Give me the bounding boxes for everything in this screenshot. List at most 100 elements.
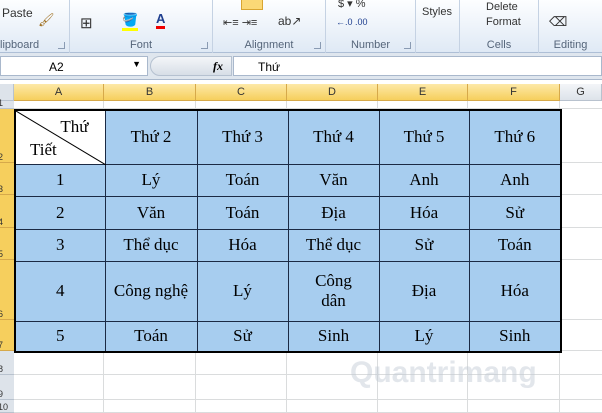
day-header-cell[interactable]: Thứ 3	[196, 109, 289, 165]
row-header-5[interactable]: 5	[0, 228, 14, 260]
row-header-1[interactable]: 1	[0, 98, 14, 109]
fx-icon: fx	[213, 59, 223, 73]
row-number: 1	[0, 98, 4, 108]
row-number: 9	[0, 389, 4, 399]
styles-group: Styles	[416, 0, 460, 53]
period-cell[interactable]: 1	[14, 163, 106, 197]
formula-input[interactable]: Thứ	[233, 56, 602, 76]
number-group: $ ▾ % ←.0 .00 Number	[326, 0, 416, 53]
subject-cell[interactable]: Toán	[104, 320, 198, 353]
subject-cell[interactable]: Thể dục	[104, 228, 198, 262]
subject-cell[interactable]: Văn	[287, 163, 380, 197]
day-header-cell[interactable]: Thứ 6	[468, 109, 562, 165]
alignment-group: ⇤≡ ⇥≡ ab↗ Alignment	[213, 0, 326, 53]
watermark: Quantrimang	[350, 356, 537, 389]
subject-cell[interactable]: Địa	[378, 260, 470, 322]
borders-icon[interactable]: ⊞	[80, 14, 93, 32]
period-cell[interactable]: 2	[14, 195, 106, 230]
day-header-cell[interactable]: Thứ 2	[104, 109, 198, 165]
subject-cell[interactable]: Sinh	[287, 320, 380, 353]
orientation-icon[interactable]: ab↗	[278, 14, 301, 28]
subject-cell[interactable]: Toán	[196, 195, 289, 230]
table-row: 2 Văn Toán Địa Hóa Sử	[14, 195, 562, 230]
subject-cell[interactable]: Lý	[104, 163, 198, 197]
align-center-button[interactable]	[241, 0, 263, 10]
decimal-icons[interactable]: ←.0 .00	[336, 17, 368, 27]
styles-button[interactable]: Styles	[422, 6, 452, 18]
subject-cell[interactable]: Anh	[468, 163, 562, 197]
day-header-cell[interactable]: Thứ 5	[378, 109, 470, 165]
group-label: Number	[350, 39, 391, 51]
paste-button[interactable]: Paste	[2, 6, 33, 20]
row-header-9[interactable]: 9	[0, 375, 14, 400]
table-row: 3 Thể dục Hóa Thể dục Sử Toán	[14, 228, 562, 262]
name-box[interactable]: A2 ▼	[0, 56, 148, 76]
row-header-6[interactable]: 6	[0, 260, 14, 320]
cells-group: Delete Format Cells	[460, 0, 539, 53]
column-header-A[interactable]: A	[14, 84, 104, 101]
row-header-2[interactable]: 2	[0, 109, 14, 163]
format-painter-icon[interactable]: 🖌	[38, 12, 55, 28]
diagonal-header-cell[interactable]: Thứ Tiết	[14, 109, 106, 165]
subject-cell[interactable]: Hóa	[468, 260, 562, 322]
row-header-10[interactable]: 10	[0, 400, 14, 413]
subject-cell[interactable]: Sử	[468, 195, 562, 230]
subject-cell[interactable]: Sinh	[468, 320, 562, 353]
subject-cell[interactable]: Toán	[468, 228, 562, 262]
delete-button[interactable]: Delete	[486, 1, 518, 14]
row-header-7[interactable]: 7	[0, 320, 14, 351]
timetable: Thứ Tiết Thứ 2 Thứ 3 Thứ 4 Thứ 5 Thứ 6 1 Lý To…	[14, 109, 562, 353]
dialog-launcher-icon[interactable]	[314, 42, 321, 49]
subject-cell[interactable]: Thể dục	[287, 228, 380, 262]
subject-cell[interactable]: Lý	[378, 320, 470, 353]
period-cell[interactable]: 3	[14, 228, 106, 262]
corner-top-label: Thứ	[60, 117, 89, 136]
row-number: 2	[0, 152, 4, 162]
dialog-launcher-icon[interactable]	[58, 42, 65, 49]
dialog-launcher-icon[interactable]	[404, 42, 411, 49]
row-header-4[interactable]: 4	[0, 195, 14, 228]
group-label: Cells	[486, 39, 512, 51]
table-row: 5 Toán Sử Sinh Lý Sinh	[14, 320, 562, 353]
subject-cell[interactable]: Công nghệ	[104, 260, 198, 322]
row-header-8[interactable]: 8	[0, 351, 14, 375]
group-label: Alignment	[244, 39, 294, 51]
subject-cell[interactable]: Lý	[196, 260, 289, 322]
row-number: 10	[0, 402, 9, 412]
column-header-G[interactable]: G	[560, 84, 602, 101]
subject-cell[interactable]: Sử	[196, 320, 289, 353]
subject-cell[interactable]: Anh	[378, 163, 470, 197]
column-header-F[interactable]: F	[468, 84, 560, 101]
subject-cell[interactable]: Sử	[378, 228, 470, 262]
subject-cell[interactable]: Địa	[287, 195, 380, 230]
indent-icons[interactable]: ⇤≡ ⇥≡	[223, 16, 257, 29]
subject-cell[interactable]: Toán	[196, 163, 289, 197]
name-box-value: A2	[49, 60, 64, 74]
subject-cell[interactable]: Hóa	[196, 228, 289, 262]
currency-icon[interactable]: $ ▾ %	[338, 0, 366, 10]
table-row: 4 Công nghệ Lý Công dân Địa Hóa	[14, 260, 562, 322]
day-header-cell[interactable]: Thứ 4	[287, 109, 380, 165]
subject-cell[interactable]: Hóa	[378, 195, 470, 230]
subject-cell[interactable]: Công dân	[287, 260, 380, 322]
chevron-down-icon[interactable]: ▼	[132, 59, 141, 69]
column-header-D[interactable]: D	[287, 84, 378, 101]
column-header-C[interactable]: C	[196, 84, 287, 101]
period-cell[interactable]: 5	[14, 320, 106, 353]
row-number: 6	[0, 309, 4, 319]
dialog-launcher-icon[interactable]	[201, 42, 208, 49]
format-button[interactable]: Format	[486, 16, 521, 28]
clear-icon[interactable]: ⌫	[549, 14, 567, 30]
fill-color-icon[interactable]: 🪣	[122, 12, 139, 31]
row-header-3[interactable]: 3	[0, 163, 14, 195]
editing-group: ⌫ Editing	[539, 0, 602, 53]
column-header-E[interactable]: E	[378, 84, 468, 101]
period-cell[interactable]: 4	[14, 260, 106, 322]
row-number: 7	[0, 340, 4, 350]
table-row: 1 Lý Toán Văn Anh Anh	[14, 163, 562, 197]
insert-function-button[interactable]: fx	[150, 56, 232, 76]
column-header-B[interactable]: B	[104, 84, 196, 101]
subject-cell[interactable]: Văn	[104, 195, 198, 230]
watermark-text: uantrimang	[373, 356, 537, 389]
font-color-icon[interactable]: A	[156, 12, 166, 29]
